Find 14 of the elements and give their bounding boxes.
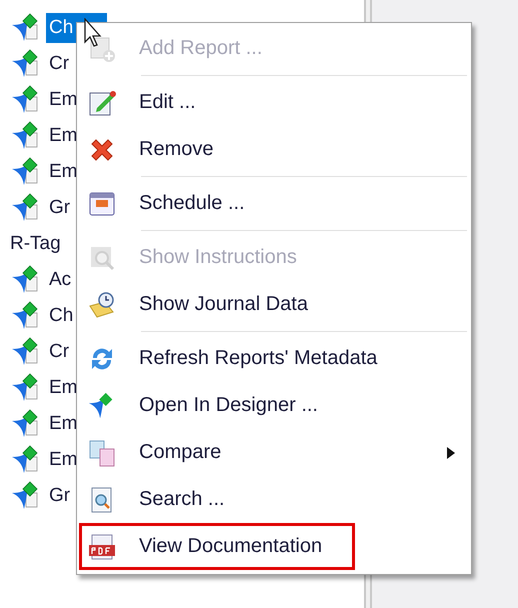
journal-clock-icon <box>87 290 117 320</box>
menu-item[interactable]: View Documentation <box>79 523 356 570</box>
menu-item[interactable]: Refresh Reports' Metadata <box>79 335 471 382</box>
tree-group-label[interactable]: R-Tag <box>10 233 61 255</box>
menu-item[interactable]: Edit ... <box>79 79 471 126</box>
pdf-icon <box>87 532 117 562</box>
menu-item[interactable]: Search ... <box>79 476 471 523</box>
menu-item[interactable]: Remove <box>79 126 471 173</box>
menu-item[interactable]: Compare <box>79 429 471 476</box>
menu-item[interactable]: Open In Designer ... <box>79 382 471 429</box>
menu-item[interactable]: Schedule ... <box>79 180 471 227</box>
submenu-arrow-icon <box>447 447 455 459</box>
compare-documents-icon <box>87 438 117 468</box>
menu-item[interactable]: Show Journal Data <box>79 281 471 328</box>
